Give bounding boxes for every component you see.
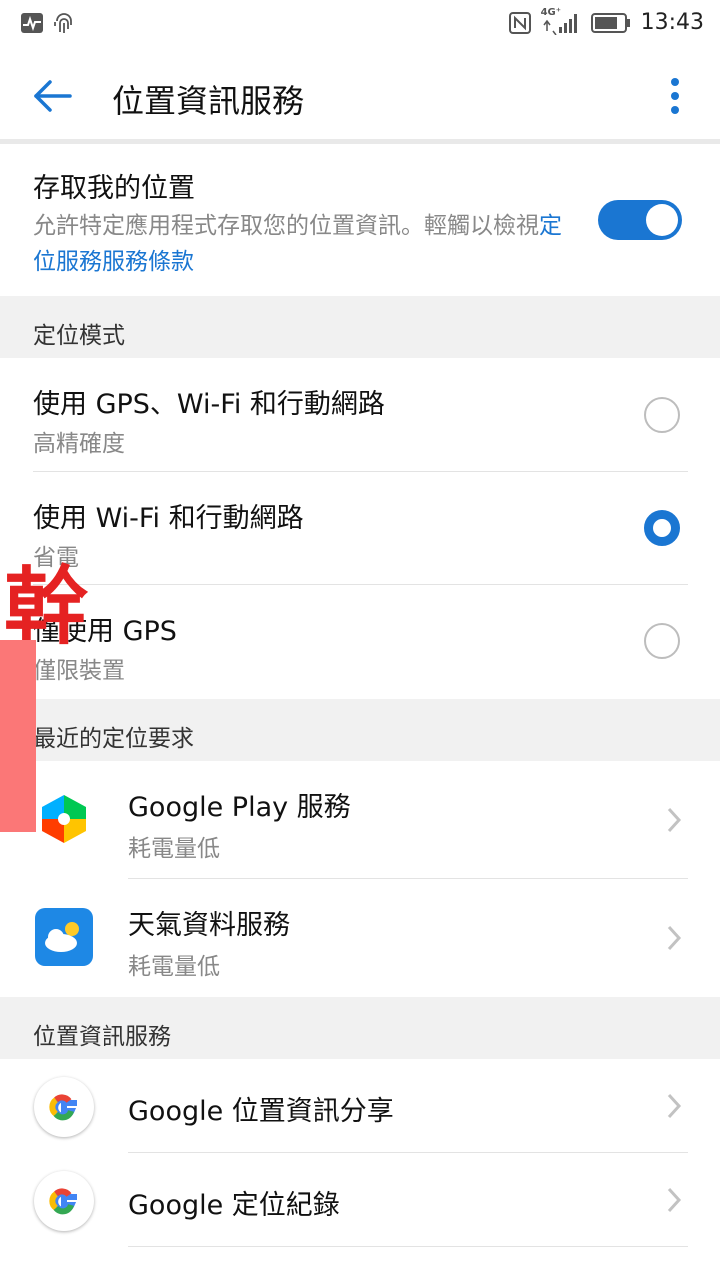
access-location-switch[interactable] xyxy=(598,200,682,240)
divider xyxy=(128,1246,688,1247)
recent-request-weather-service[interactable]: 天氣資料服務 耗電量低 xyxy=(0,879,720,997)
google-play-services-icon xyxy=(42,795,86,843)
radio-button[interactable] xyxy=(644,397,680,433)
nfc-icon xyxy=(508,11,531,34)
location-mode-option-high-accuracy[interactable]: 使用 GPS、Wi-Fi 和行動網路 高精確度 xyxy=(0,358,720,472)
google-g-icon xyxy=(34,1171,94,1231)
location-service-google-location-sharing[interactable]: Google 位置資訊分享 xyxy=(0,1059,720,1153)
pink-side-bar-overlay xyxy=(0,640,36,832)
location-mode-option-battery-saving[interactable]: 使用 Wi-Fi 和行動網路 省電 xyxy=(0,472,720,585)
recent-request-google-play-services[interactable]: Google Play 服務 耗電量低 xyxy=(0,761,720,879)
radio-button-selected[interactable] xyxy=(644,510,680,546)
back-button[interactable] xyxy=(30,74,80,118)
arrow-left-icon xyxy=(34,80,72,112)
chevron-right-icon xyxy=(667,807,682,833)
status-bar: 4G⁺ 13:43 xyxy=(0,0,720,50)
google-g-icon xyxy=(34,1077,94,1137)
section-header-location-mode: 定位模式 xyxy=(0,296,720,358)
activity-icon xyxy=(21,13,43,33)
clock: 13:43 xyxy=(640,10,704,35)
red-stamp-overlay: 幹 xyxy=(4,557,89,656)
page-title: 位置資訊服務 xyxy=(112,82,305,120)
app-bar: 位置資訊服務 xyxy=(0,50,720,140)
more-options-button[interactable] xyxy=(660,74,690,118)
access-location-row[interactable]: 存取我的位置 允許特定應用程式存取您的位置資訊。輕觸以檢視定位服務服務條款 xyxy=(0,144,720,296)
battery-icon xyxy=(590,12,630,33)
access-location-title: 存取我的位置 xyxy=(33,173,195,204)
chevron-right-icon xyxy=(667,925,682,951)
section-header-location-services: 位置資訊服務 xyxy=(0,997,720,1059)
chevron-right-icon xyxy=(667,1093,682,1119)
radio-button[interactable] xyxy=(644,623,680,659)
access-location-description: 允許特定應用程式存取您的位置資訊。輕觸以檢視定位服務服務條款 xyxy=(33,213,562,275)
location-service-google-location-history[interactable]: Google 定位紀錄 xyxy=(0,1153,720,1247)
fingerprint-icon xyxy=(54,13,72,33)
more-vert-icon xyxy=(671,78,679,114)
location-mode-option-device-only[interactable]: 僅使用 GPS 僅限裝置 xyxy=(0,585,720,699)
signal-4g-icon: 4G⁺ xyxy=(541,7,581,35)
weather-icon xyxy=(35,908,93,966)
chevron-right-icon xyxy=(667,1187,682,1213)
switch-knob xyxy=(646,204,678,236)
section-header-recent-requests: 最近的定位要求 xyxy=(0,699,720,761)
